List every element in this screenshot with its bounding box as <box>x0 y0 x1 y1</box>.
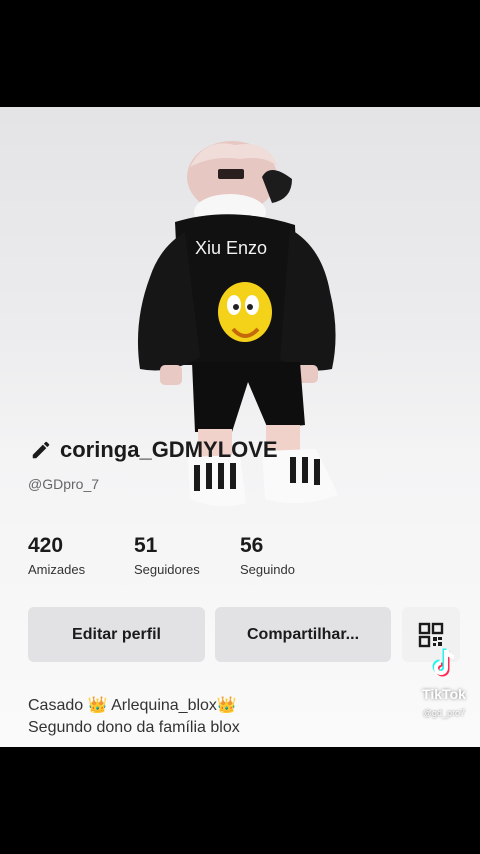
avatar-figure: Xiu Enzo <box>137 141 338 507</box>
stat-label: Seguidores <box>134 562 200 577</box>
profile-screen: Xiu Enzo coringa_GDMYLOVE @GDpro_7 420 A… <box>0 107 480 747</box>
qr-code-icon <box>418 622 444 647</box>
bio-line-2: Segundo dono da família blox <box>28 719 240 736</box>
stat-value: 51 <box>134 534 158 557</box>
shirt-text: Xiu Enzo <box>195 238 267 258</box>
share-button[interactable]: Compartilhar... <box>215 607 391 662</box>
bio-line-1: Casado 👑 Arlequina_blox👑 <box>28 697 237 714</box>
stat-label: Amizades <box>28 562 86 577</box>
stat-friends[interactable]: 420 Amizades <box>28 534 134 577</box>
tiktok-logo-icon <box>432 648 455 677</box>
profile-bio: Casado 👑 Arlequina_blox👑 Segundo dono da… <box>28 695 240 739</box>
display-name: coringa_GDMYLOVE <box>60 437 278 462</box>
tiktok-username: @gd_pro7 <box>422 708 466 718</box>
stat-value: 420 <box>28 534 64 557</box>
tiktok-watermark: TikTok @gd_pro7 <box>412 647 476 718</box>
tiktok-brand: TikTok <box>422 686 466 702</box>
stat-following[interactable]: 56 Seguindo <box>240 534 346 577</box>
username-handle: @GDpro_7 <box>28 476 100 492</box>
display-name-row[interactable]: coringa_GDMYLOVE <box>30 437 278 463</box>
stat-followers[interactable]: 51 Seguidores <box>134 534 240 577</box>
edit-profile-button[interactable]: Editar perfil <box>28 607 205 662</box>
profile-stats: 420 Amizades 51 Seguidores 56 Seguindo <box>28 534 346 577</box>
avatar-3d-view[interactable]: Xiu Enzo <box>0 107 480 527</box>
stat-label: Seguindo <box>240 562 295 577</box>
pencil-icon[interactable] <box>30 439 52 461</box>
stat-value: 56 <box>240 534 264 557</box>
